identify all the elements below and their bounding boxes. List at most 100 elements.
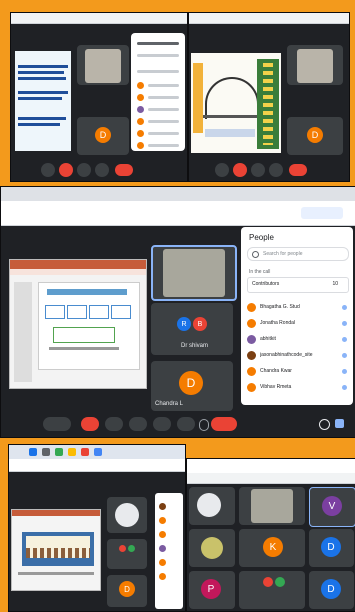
video-tile-participant: [189, 487, 235, 525]
video-tile-camera: [151, 245, 237, 301]
participant-avatar: D: [321, 537, 341, 557]
participant-avatar: [247, 302, 256, 312]
mic-icon: [342, 368, 347, 374]
participant-avatar: D: [179, 371, 203, 395]
camera-feed: [163, 249, 225, 297]
mic-icon: [342, 352, 347, 358]
mic-button[interactable]: [41, 163, 55, 177]
video-tile-participant: D Chandra L: [151, 361, 233, 411]
participant-avatar: D: [119, 581, 135, 597]
search-icon[interactable]: [42, 448, 50, 456]
participant-avatar: [159, 573, 166, 580]
participant-avatar: [159, 545, 166, 552]
list-item[interactable]: [137, 81, 179, 90]
raise-hand-button[interactable]: [43, 417, 71, 431]
participant-avatar: [263, 577, 273, 587]
participant-avatar: [247, 366, 256, 376]
participant-row[interactable]: Jonatha Rondal: [247, 315, 347, 331]
participant-avatar: R: [177, 317, 191, 331]
captions-button[interactable]: [129, 417, 147, 431]
mic-button[interactable]: [81, 417, 99, 431]
more-button[interactable]: [95, 163, 109, 177]
folder-icon[interactable]: [68, 448, 76, 456]
more-button[interactable]: [199, 419, 209, 431]
screenshot-top-left: D: [10, 12, 188, 182]
participant-row[interactable]: abhitkit: [247, 331, 347, 347]
present-button[interactable]: [251, 163, 265, 177]
people-panel: People Search for people In the call Con…: [241, 227, 353, 405]
video-tile-participant: [189, 529, 235, 567]
video-tile-camera: [77, 45, 129, 85]
app-icon[interactable]: [94, 448, 102, 456]
list-item[interactable]: [137, 51, 179, 60]
mic-icon: [342, 304, 347, 310]
camera-button[interactable]: [59, 163, 73, 177]
browser-address-bar: [1, 201, 355, 226]
present-button[interactable]: [77, 163, 91, 177]
camera-button[interactable]: [105, 417, 123, 431]
tile-name-label: Dr shivam: [181, 343, 209, 349]
shared-slide: [11, 509, 101, 591]
people-panel-mini: [131, 33, 185, 151]
mic-button[interactable]: [215, 163, 229, 177]
mic-icon: [342, 336, 347, 342]
video-tile-participant: D: [309, 571, 354, 609]
windows-icon[interactable]: [29, 448, 37, 456]
people-icon[interactable]: [335, 419, 344, 428]
list-item[interactable]: [137, 93, 179, 102]
browser-bar: [9, 459, 185, 472]
participant-avatar: [159, 531, 166, 538]
video-tile-participant: K: [239, 529, 305, 567]
reactions-button[interactable]: [177, 417, 195, 431]
video-tile-camera: [107, 497, 147, 533]
camera-button[interactable]: [233, 163, 247, 177]
participant-row[interactable]: Vibhav Rmeta: [247, 379, 347, 395]
screenshot-bottom-right: V K D P D: [186, 458, 355, 612]
camera-feed: [85, 49, 121, 83]
end-call-button[interactable]: [289, 164, 307, 176]
participant-avatar: K: [263, 537, 283, 557]
video-tile-participant: P: [189, 571, 235, 609]
list-item[interactable]: [137, 129, 179, 138]
participant-avatar: [247, 334, 256, 344]
screenshot-bottom-left: D: [8, 444, 186, 612]
video-tile-participant: V: [309, 487, 355, 527]
participant-avatar: [159, 503, 166, 510]
participant-row[interactable]: Chandra Kwar: [247, 363, 347, 379]
list-item[interactable]: [137, 67, 179, 76]
video-tile-camera: [287, 45, 343, 85]
people-search-input[interactable]: Search for people: [247, 247, 349, 261]
more-button[interactable]: [269, 163, 283, 177]
browser-icon[interactable]: [55, 448, 63, 456]
end-call-button[interactable]: [115, 164, 133, 176]
search-icon: [252, 250, 259, 258]
shared-slide: [15, 51, 71, 151]
contributors-group[interactable]: Contributors 10: [247, 277, 349, 293]
camera-feed: [201, 537, 223, 559]
search-placeholder: Search for people: [263, 251, 303, 257]
app-icon[interactable]: [81, 448, 89, 456]
participant-row[interactable]: jasonabhinathcode_site: [247, 347, 347, 363]
participant-avatar: D: [95, 127, 111, 143]
list-item[interactable]: [137, 39, 179, 48]
mic-icon: [342, 320, 347, 326]
info-icon[interactable]: [319, 419, 330, 430]
participant-name: Jonatha Rondal: [260, 320, 296, 326]
video-tile-participant: D: [107, 575, 147, 607]
browser-tab-bar: [1, 187, 355, 202]
list-item[interactable]: [137, 117, 179, 126]
list-item[interactable]: [137, 105, 179, 114]
browser-bar: [11, 13, 187, 24]
end-call-button[interactable]: [211, 417, 237, 431]
present-button[interactable]: [153, 417, 171, 431]
video-tile-participant: [239, 571, 305, 609]
video-tile-camera: [239, 487, 305, 525]
participant-avatar: [119, 545, 126, 552]
participant-list: Bhagatha G. Stud Jonatha Rondal abhitkit…: [247, 299, 347, 395]
video-tile-participant: D: [287, 117, 343, 155]
participant-avatar: [247, 350, 256, 360]
participant-name: Bhagatha G. Stud: [260, 304, 300, 310]
list-item[interactable]: [137, 141, 179, 150]
camera-feed: [197, 493, 221, 517]
participant-row[interactable]: Bhagatha G. Stud: [247, 299, 347, 315]
